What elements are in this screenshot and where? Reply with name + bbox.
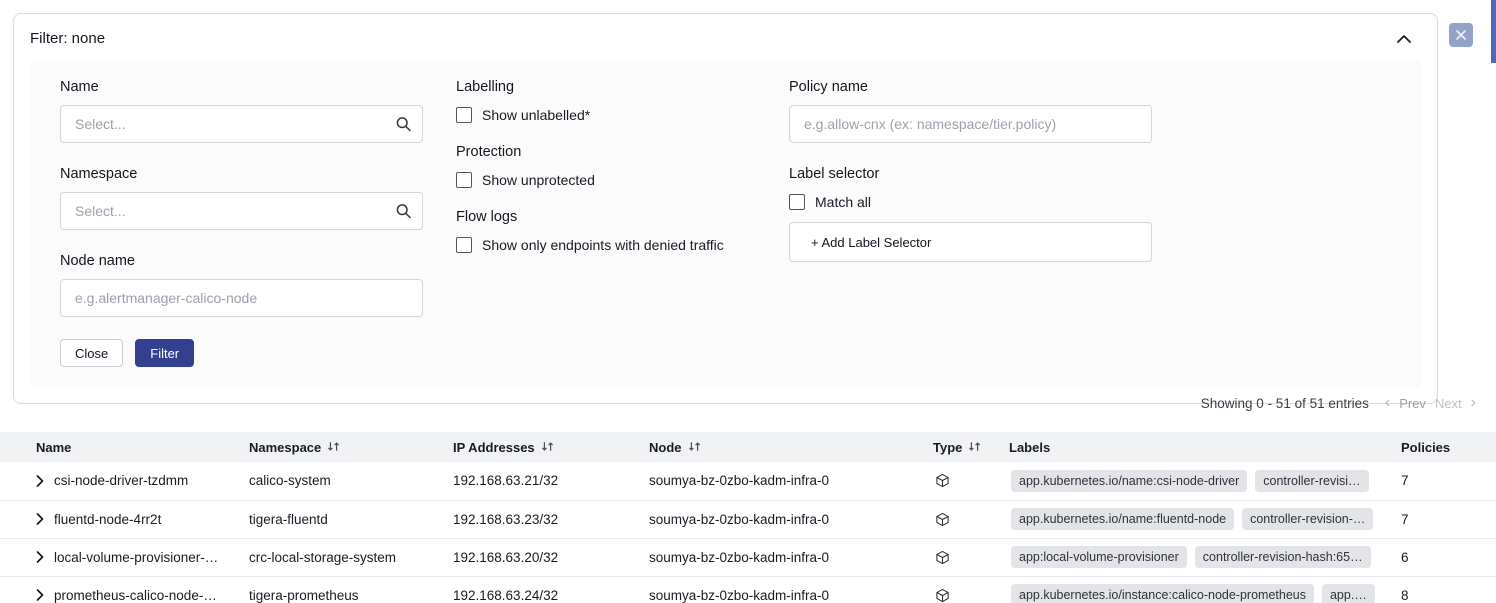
column-header-ip[interactable]: IP Addresses bbox=[449, 432, 645, 462]
endpoint-namespace: calico-system bbox=[245, 462, 449, 500]
sort-icon[interactable] bbox=[327, 440, 340, 455]
label-badge: app.kubernetes.io/name:csi-node-driver bbox=[1011, 470, 1247, 492]
show-unlabelled-checkbox[interactable] bbox=[456, 107, 472, 123]
endpoints-table: Name Namespace IP Addresses Node Type La… bbox=[0, 432, 1496, 603]
match-all-label: Match all bbox=[815, 194, 871, 210]
label-badge: app:local-volume-provisioner bbox=[1011, 546, 1187, 568]
show-unprotected-checkbox[interactable] bbox=[456, 172, 472, 188]
endpoint-node: soumya-bz-0zbo-kadm-infra-0 bbox=[645, 462, 929, 500]
label-badge: controller-revisi… bbox=[1255, 470, 1368, 492]
endpoint-name: prometheus-calico-node-… bbox=[54, 588, 217, 603]
sort-icon[interactable] bbox=[688, 440, 701, 455]
filter-panel-header: Filter: none bbox=[14, 14, 1437, 60]
endpoint-node: soumya-bz-0zbo-kadm-infra-0 bbox=[645, 500, 929, 538]
namespace-filter-label: Namespace bbox=[60, 165, 423, 183]
filter-column-3: Policy name Label selector Match all + A… bbox=[789, 78, 1152, 262]
search-icon bbox=[395, 116, 412, 133]
scrollbar-thumb[interactable] bbox=[1491, 0, 1496, 63]
policy-name-filter-input[interactable] bbox=[789, 105, 1152, 143]
label-badge: controller-revision-… bbox=[1242, 508, 1373, 530]
show-unprotected-label: Show unprotected bbox=[482, 172, 595, 188]
show-unlabelled-label: Show unlabelled* bbox=[482, 107, 590, 123]
pagination: Showing 0 - 51 of 51 entries ‹ Prev Next… bbox=[1201, 395, 1476, 411]
label-badge: app.kubernetes.io/instance:calico-node-p… bbox=[1011, 584, 1314, 603]
labelling-heading: Labelling bbox=[456, 78, 756, 96]
filter-panel: Filter: none Name bbox=[13, 13, 1438, 404]
expand-row-chevron-icon[interactable] bbox=[36, 513, 44, 525]
filter-column-2: Labelling Show unlabelled* Protection Sh… bbox=[456, 78, 756, 273]
pod-type-icon bbox=[933, 550, 1001, 565]
close-panel-x-button[interactable] bbox=[1449, 23, 1473, 47]
column-header-labels: Labels bbox=[1005, 432, 1397, 462]
table-row[interactable]: prometheus-calico-node-… tigera-promethe… bbox=[0, 576, 1496, 603]
endpoint-policies-count: 6 bbox=[1397, 538, 1496, 576]
endpoint-node: soumya-bz-0zbo-kadm-infra-0 bbox=[645, 538, 929, 576]
protection-heading: Protection bbox=[456, 143, 756, 161]
next-arrow-icon[interactable]: › bbox=[1471, 395, 1476, 411]
column-header-node[interactable]: Node bbox=[645, 432, 929, 462]
collapse-filter-button[interactable] bbox=[1393, 27, 1415, 50]
pod-type-icon bbox=[933, 473, 1001, 488]
denied-traffic-label: Show only endpoints with denied traffic bbox=[482, 237, 724, 253]
endpoint-policies-count: 8 bbox=[1397, 576, 1496, 603]
match-all-checkbox[interactable] bbox=[789, 194, 805, 210]
column-header-type[interactable]: Type bbox=[929, 432, 1005, 462]
endpoint-name: local-volume-provisioner-… bbox=[54, 550, 218, 565]
table-header-row: Name Namespace IP Addresses Node Type La… bbox=[0, 432, 1496, 462]
column-header-name: Name bbox=[0, 432, 245, 462]
close-icon bbox=[1456, 28, 1466, 43]
denied-traffic-checkbox[interactable] bbox=[456, 237, 472, 253]
policy-name-filter-label: Policy name bbox=[789, 78, 1152, 96]
search-icon bbox=[395, 203, 412, 220]
namespace-filter-input[interactable] bbox=[60, 192, 423, 230]
table-row[interactable]: local-volume-provisioner-… crc-local-sto… bbox=[0, 538, 1496, 576]
endpoint-name: csi-node-driver-tzdmm bbox=[54, 473, 188, 488]
table-row[interactable]: csi-node-driver-tzdmm calico-system 192.… bbox=[0, 462, 1496, 500]
endpoint-node: soumya-bz-0zbo-kadm-infra-0 bbox=[645, 576, 929, 603]
pod-type-icon bbox=[933, 512, 1001, 527]
add-label-selector-button[interactable]: + Add Label Selector bbox=[789, 222, 1152, 262]
endpoint-name: fluentd-node-4rr2t bbox=[54, 512, 161, 527]
node-name-filter-label: Node name bbox=[60, 252, 423, 270]
label-badge: controller-revision-hash:65… bbox=[1195, 546, 1371, 568]
filter-button[interactable]: Filter bbox=[135, 339, 194, 367]
expand-row-chevron-icon[interactable] bbox=[36, 589, 44, 601]
chevron-up-icon bbox=[1397, 31, 1411, 46]
next-page-link[interactable]: Next bbox=[1435, 396, 1462, 411]
filter-column-1: Name Namespace bbox=[60, 78, 423, 367]
column-header-policies: Policies bbox=[1397, 432, 1496, 462]
sort-icon[interactable] bbox=[968, 440, 981, 455]
table-row[interactable]: fluentd-node-4rr2t tigera-fluentd 192.16… bbox=[0, 500, 1496, 538]
label-badge: app.… bbox=[1322, 584, 1375, 603]
expand-row-chevron-icon[interactable] bbox=[36, 551, 44, 563]
pod-type-icon bbox=[933, 588, 1001, 603]
pagination-summary: Showing 0 - 51 of 51 entries bbox=[1201, 396, 1369, 411]
endpoint-ip: 192.168.63.20/32 bbox=[449, 538, 645, 576]
endpoint-ip: 192.168.63.24/32 bbox=[449, 576, 645, 603]
flow-logs-heading: Flow logs bbox=[456, 208, 756, 226]
endpoint-policies-count: 7 bbox=[1397, 462, 1496, 500]
endpoint-ip: 192.168.63.23/32 bbox=[449, 500, 645, 538]
label-badge: app.kubernetes.io/name:fluentd-node bbox=[1011, 508, 1234, 530]
endpoints-page: Filter: none Name bbox=[0, 0, 1496, 603]
endpoint-namespace: crc-local-storage-system bbox=[245, 538, 449, 576]
endpoint-namespace: tigera-fluentd bbox=[245, 500, 449, 538]
name-filter-label: Name bbox=[60, 78, 423, 96]
expand-row-chevron-icon[interactable] bbox=[36, 475, 44, 487]
sort-icon[interactable] bbox=[541, 440, 554, 455]
label-selector-heading: Label selector bbox=[789, 165, 1152, 183]
close-button[interactable]: Close bbox=[60, 339, 123, 367]
endpoint-ip: 192.168.63.21/32 bbox=[449, 462, 645, 500]
pagination-nav: ‹ Prev Next › bbox=[1385, 395, 1476, 411]
prev-arrow-icon[interactable]: ‹ bbox=[1385, 395, 1390, 411]
name-filter-input[interactable] bbox=[60, 105, 423, 143]
column-header-namespace[interactable]: Namespace bbox=[245, 432, 449, 462]
filter-panel-title: Filter: none bbox=[30, 30, 105, 47]
node-name-filter-input[interactable] bbox=[60, 279, 423, 317]
endpoint-policies-count: 7 bbox=[1397, 500, 1496, 538]
prev-page-link[interactable]: Prev bbox=[1399, 396, 1426, 411]
endpoint-namespace: tigera-prometheus bbox=[245, 576, 449, 603]
filter-panel-body: Name Namespace bbox=[30, 60, 1421, 387]
